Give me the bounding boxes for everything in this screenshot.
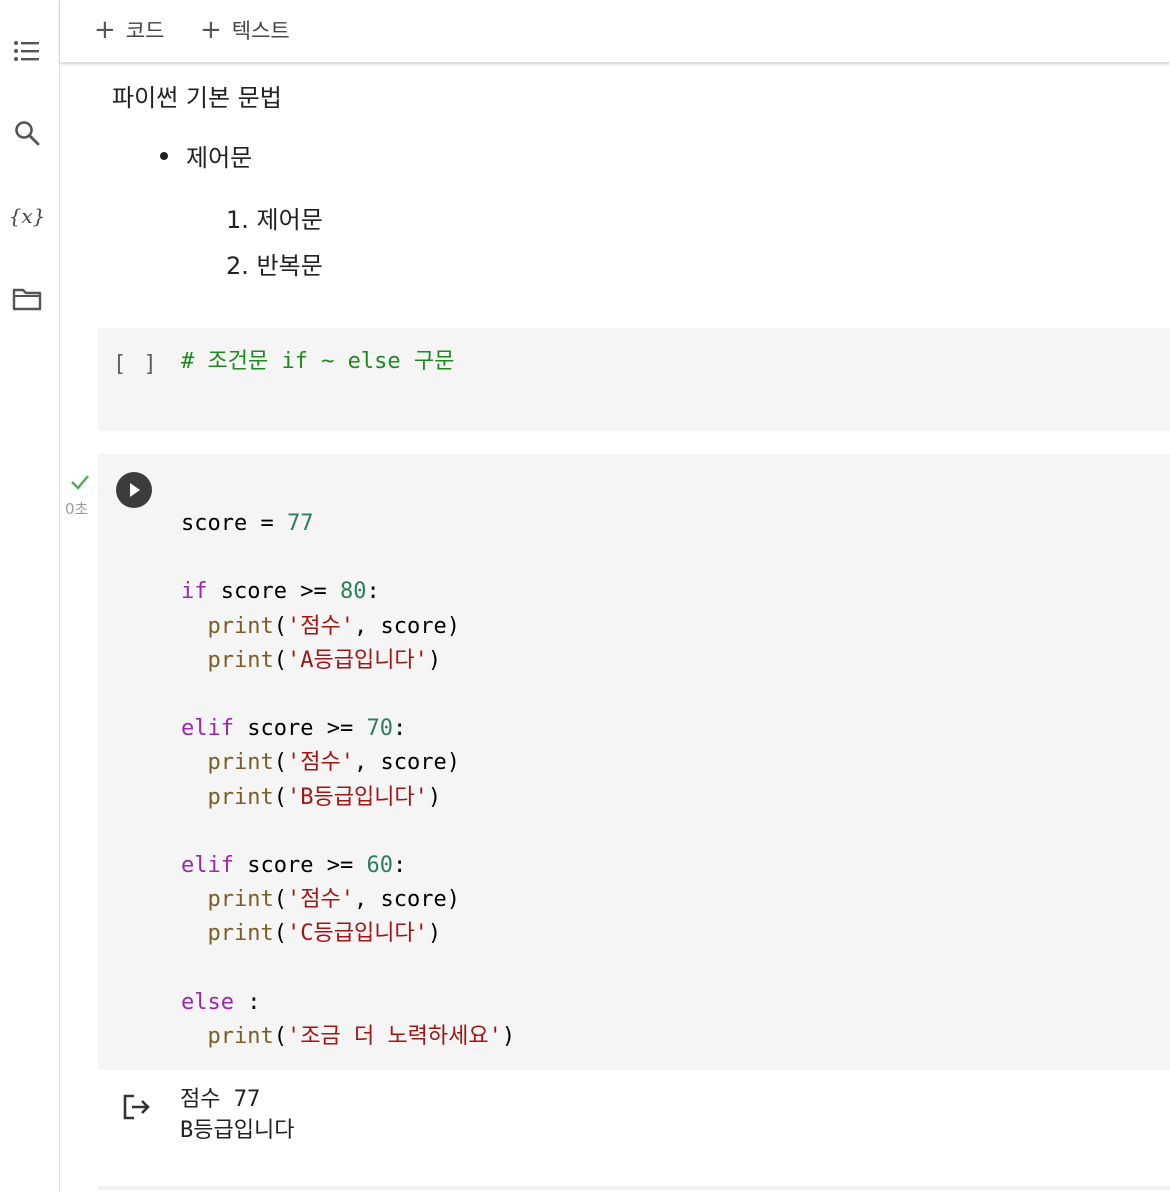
- plus-icon: +: [200, 15, 222, 45]
- execution-count-bracket[interactable]: [ ]: [113, 352, 159, 377]
- output-line-1: 점수 77: [180, 1087, 261, 1112]
- code-block: score = 77 if score >= 80: print('점수', s…: [181, 511, 516, 1050]
- notebook-toolbar: + 코드 + 텍스트: [60, 0, 1170, 62]
- code-number: 60: [366, 853, 393, 879]
- next-cell-edge: [98, 1186, 1170, 1190]
- play-icon: [130, 483, 140, 497]
- search-icon: [15, 121, 40, 146]
- add-code-cell-button[interactable]: + 코드: [90, 12, 168, 48]
- ordered-item-1: 1. 제어문: [226, 206, 323, 234]
- code-string: 'B등급입니다': [286, 784, 428, 810]
- code-string: '점수': [286, 887, 354, 913]
- toc-icon: [14, 41, 39, 61]
- code-number: 77: [286, 511, 314, 536]
- code-number: 80: [339, 579, 367, 605]
- bullet-item: 제어문: [160, 138, 252, 173]
- code-keyword: if: [181, 579, 208, 605]
- code-var: score: [380, 887, 447, 913]
- code-string: '점수': [286, 750, 354, 776]
- variables-icon: {x}: [8, 204, 46, 228]
- add-text-label: 텍스트: [231, 19, 290, 43]
- cell-output: 점수 77 B등급입니다: [98, 1072, 1170, 1172]
- files-button[interactable]: [7, 279, 47, 319]
- code-comment: # 조건문 if ~ else 구문: [181, 349, 455, 374]
- code-number: 70: [366, 716, 393, 742]
- search-button[interactable]: [7, 113, 47, 153]
- code-op: >=: [326, 716, 354, 742]
- output-actions-icon[interactable]: [122, 1094, 152, 1120]
- ordered-item-2: 2. 반복문: [226, 252, 323, 280]
- code-var: score: [247, 853, 314, 879]
- table-of-contents-button[interactable]: [7, 31, 47, 71]
- add-code-label: 코드: [125, 19, 165, 43]
- markdown-heading: 파이썬 기본 문법: [112, 84, 282, 112]
- code-keyword: else: [181, 989, 234, 1015]
- code-var: score: [220, 579, 287, 605]
- code-op: =: [260, 511, 274, 536]
- code-var: score: [380, 750, 447, 776]
- output-text: 점수 77 B등급입니다: [180, 1084, 294, 1146]
- execution-time: 0초: [65, 500, 89, 518]
- code-function: print: [207, 921, 274, 947]
- folder-icon: [12, 288, 42, 311]
- code-function: print: [207, 647, 274, 673]
- variables-button[interactable]: {x}: [7, 196, 47, 236]
- ordered-item-text: 반복문: [256, 252, 323, 280]
- code-function: print: [207, 750, 274, 776]
- code-function: print: [207, 613, 274, 639]
- code-var: score: [181, 511, 248, 536]
- code-cell-comment[interactable]: [98, 328, 1170, 431]
- output-line-2: B등급입니다: [180, 1118, 295, 1143]
- code-string: '점수': [286, 613, 354, 639]
- bullet-text: 제어문: [186, 144, 253, 172]
- plus-icon: +: [94, 15, 116, 45]
- code-op: >=: [300, 579, 327, 605]
- ordered-item-text: 제어문: [256, 206, 323, 234]
- code-function: print: [207, 887, 274, 913]
- code-line-comment: # 조건문 if ~ else 구문: [181, 345, 454, 379]
- code-string: 'C등급입니다': [286, 921, 428, 947]
- code-function: print: [207, 784, 274, 810]
- code-function: print: [207, 1024, 274, 1050]
- bullet-dot: [160, 151, 168, 160]
- code-op: >=: [326, 853, 354, 879]
- add-text-cell-button[interactable]: + 텍스트: [196, 12, 294, 48]
- code-var: score: [380, 613, 447, 639]
- markdown-cell[interactable]: 파이썬 기본 문법 제어문 1. 제어문 2. 반복문: [112, 78, 1112, 280]
- code-string: '조금 더 노력하세요': [286, 1024, 502, 1050]
- code-string: 'A등급입니다': [286, 647, 428, 673]
- code-keyword: elif: [181, 716, 234, 742]
- code-keyword: elif: [181, 853, 234, 879]
- code-var: score: [247, 716, 314, 742]
- success-check-icon: [71, 475, 89, 490]
- run-cell-button[interactable]: [116, 472, 152, 508]
- left-sidebar: {x}: [0, 0, 60, 1192]
